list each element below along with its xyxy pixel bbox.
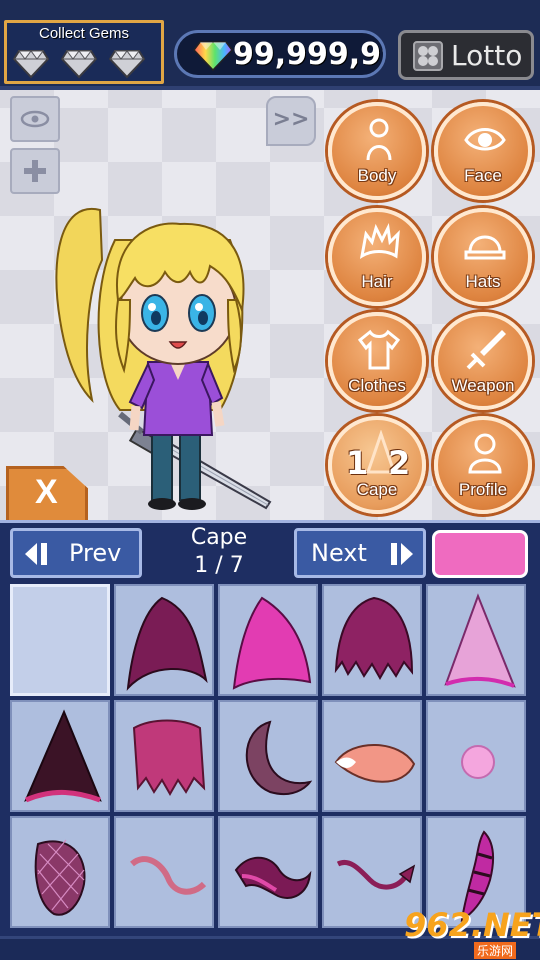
tail-item-icon (334, 744, 416, 783)
gem-icon (12, 47, 50, 79)
cape-item-icon (444, 593, 516, 688)
item-slot[interactable] (114, 700, 214, 812)
prev-arrow-icon (25, 543, 47, 565)
item-slot[interactable] (322, 584, 422, 696)
collapse-menu-button[interactable]: >> (266, 96, 316, 146)
rainbow-gem-icon (193, 41, 233, 71)
category-clothes-button[interactable]: Clothes (328, 312, 426, 410)
gem-icon (60, 47, 98, 79)
cape-item-icon (24, 709, 102, 803)
watermark-text: 962.NET (404, 906, 540, 944)
prev-page-button[interactable]: Prev (10, 528, 142, 578)
close-tab-label: X (35, 473, 58, 511)
person-icon (468, 433, 502, 474)
category-hair-button[interactable]: Hair (328, 208, 426, 306)
fishnet-item-icon (34, 839, 86, 916)
moon-item-icon (245, 720, 313, 795)
category-title: Cape (190, 525, 248, 550)
watermark-logo: 962.NET 乐游网 (402, 906, 540, 959)
watermark-subtext: 乐游网 (474, 942, 517, 959)
character-preview[interactable] (30, 180, 280, 520)
item-slot[interactable] (114, 816, 214, 928)
pom-item-icon (461, 745, 495, 779)
clover-icon (413, 41, 443, 71)
tail-item-icon (130, 856, 207, 895)
cape-item-icon (132, 719, 206, 797)
color-swatch-button[interactable] (432, 530, 528, 578)
gem-icon (108, 47, 146, 79)
next-arrow-icon (391, 543, 413, 565)
category-cape-button[interactable]: 1 2 Cape (328, 416, 426, 514)
cape-item-icon (126, 596, 208, 691)
shirt-icon (357, 329, 401, 370)
gem-amount: 99,999,99 (233, 37, 386, 72)
item-slot-empty[interactable] (10, 584, 110, 696)
next-page-button[interactable]: Next (294, 528, 426, 578)
cape-item-icon (334, 596, 414, 681)
item-grid (10, 584, 528, 930)
collect-gems-label: Collect Gems (38, 25, 130, 42)
eye-icon (464, 128, 506, 151)
cap-icon (464, 235, 506, 260)
item-slot[interactable] (218, 816, 318, 928)
eye-icon (20, 110, 50, 128)
category-face-button[interactable]: Face (434, 102, 532, 200)
hair-icon (359, 223, 400, 259)
item-slot[interactable] (322, 700, 422, 812)
item-slot[interactable] (426, 584, 526, 696)
top-bar: Collect Gems 99,999,99 Lotto (0, 0, 540, 90)
collect-gems-panel[interactable]: Collect Gems (4, 20, 164, 84)
item-slot[interactable] (426, 700, 526, 812)
item-slot[interactable] (114, 584, 214, 696)
category-page-indicator: Cape 1 / 7 (150, 524, 288, 580)
item-slot[interactable] (10, 700, 110, 812)
gem-currency-display[interactable]: 99,999,99 (174, 30, 386, 78)
lotto-label: Lotto (451, 39, 523, 72)
item-slot[interactable] (10, 816, 110, 928)
tail-item-icon (234, 856, 312, 899)
cape-number-2: 2 (388, 444, 411, 482)
category-weapon-button[interactable]: Weapon (434, 312, 532, 410)
item-slot[interactable] (218, 700, 318, 812)
cape-item-icon (232, 596, 312, 690)
category-profile-button[interactable]: Profile (434, 416, 532, 514)
category-hats-button[interactable]: Hats (434, 208, 532, 306)
page-number: 1 / 7 (194, 553, 244, 578)
next-label: Next (311, 539, 367, 567)
lotto-button[interactable]: Lotto (398, 30, 534, 80)
body-icon (366, 118, 392, 161)
item-slot[interactable] (218, 584, 318, 696)
prev-label: Prev (69, 539, 122, 567)
toggle-visibility-button[interactable] (10, 96, 60, 142)
sword-icon (466, 330, 506, 370)
category-body-button[interactable]: Body (328, 102, 426, 200)
